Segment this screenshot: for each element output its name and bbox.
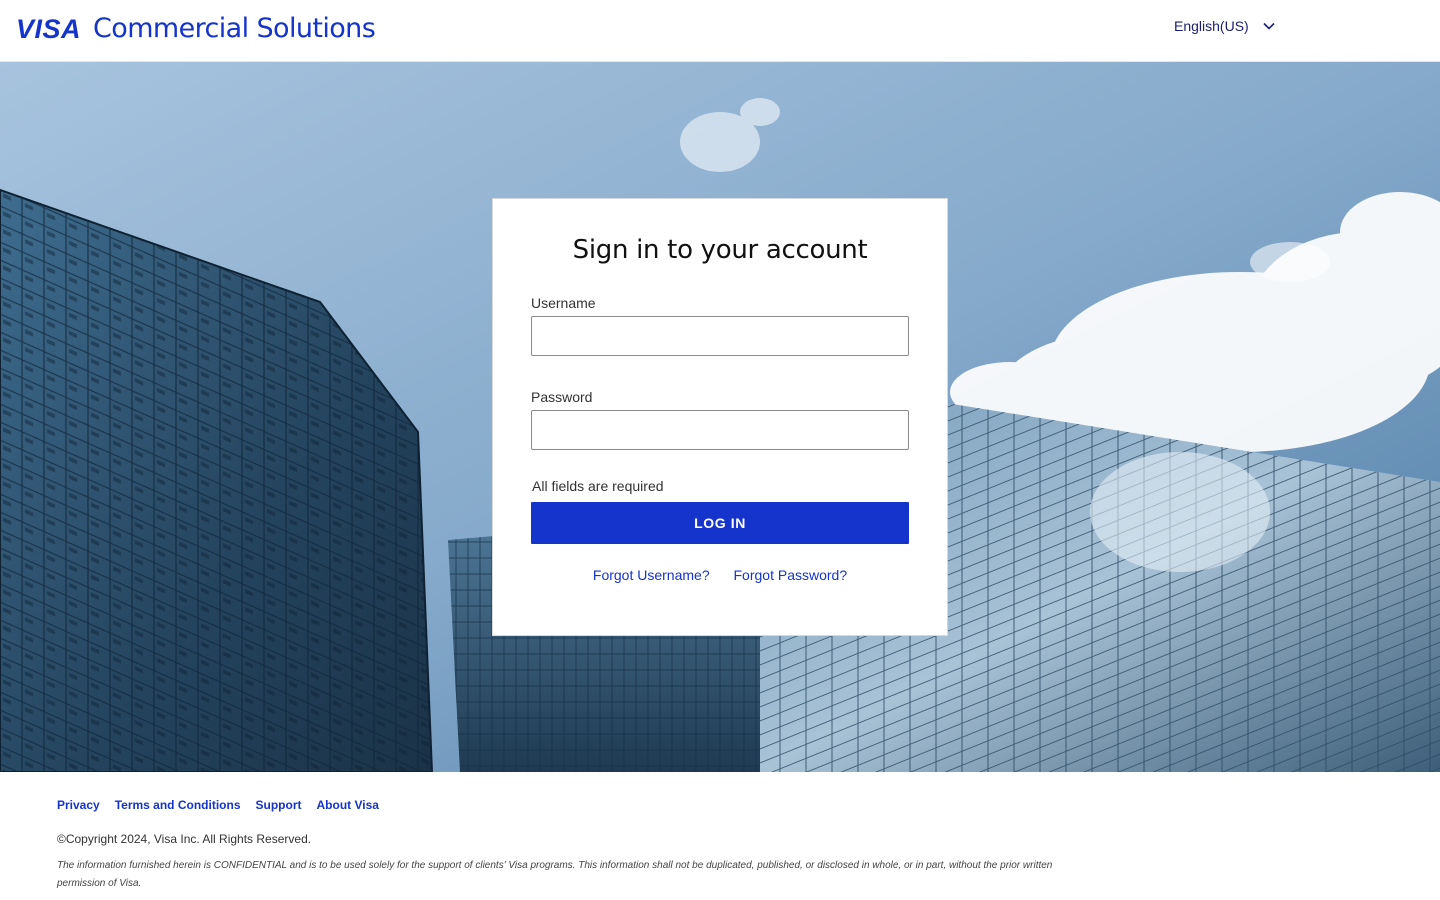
password-input[interactable] xyxy=(531,410,909,450)
forgot-username-link[interactable]: Forgot Username? xyxy=(593,567,710,583)
required-fields-note: All fields are required xyxy=(532,478,664,494)
chevron-down-icon xyxy=(1261,18,1277,34)
login-title: Sign in to your account xyxy=(572,235,868,265)
copyright-text: ©Copyright 2024, Visa Inc. All Rights Re… xyxy=(57,832,312,846)
footer-link-about-visa[interactable]: About Visa xyxy=(317,798,379,812)
footer-link-support[interactable]: Support xyxy=(256,798,302,812)
product-name: Commercial Solutions xyxy=(93,13,376,44)
footer-link-terms[interactable]: Terms and Conditions xyxy=(115,798,241,812)
page-footer: Privacy Terms and Conditions Support Abo… xyxy=(0,772,1440,900)
username-label: Username xyxy=(531,295,596,311)
login-card: Sign in to your account Username Passwor… xyxy=(492,198,948,636)
forgot-links: Forgot Username? Forgot Password? xyxy=(493,567,947,583)
forgot-password-link[interactable]: Forgot Password? xyxy=(734,567,848,583)
username-input[interactable] xyxy=(531,316,909,356)
visa-logo: VISA xyxy=(16,14,82,44)
login-button[interactable]: LOG IN xyxy=(531,502,909,544)
footer-nav: Privacy Terms and Conditions Support Abo… xyxy=(57,798,394,812)
language-selector[interactable]: English(US) xyxy=(1174,18,1277,34)
password-label: Password xyxy=(531,389,593,405)
top-header: VISA Commercial Solutions English(US) xyxy=(0,0,1440,62)
language-label: English(US) xyxy=(1174,18,1249,34)
brand-logo-link[interactable]: VISA Commercial Solutions xyxy=(16,13,376,45)
confidentiality-disclaimer: The information furnished herein is CONF… xyxy=(57,860,1053,889)
footer-link-privacy[interactable]: Privacy xyxy=(57,798,100,812)
